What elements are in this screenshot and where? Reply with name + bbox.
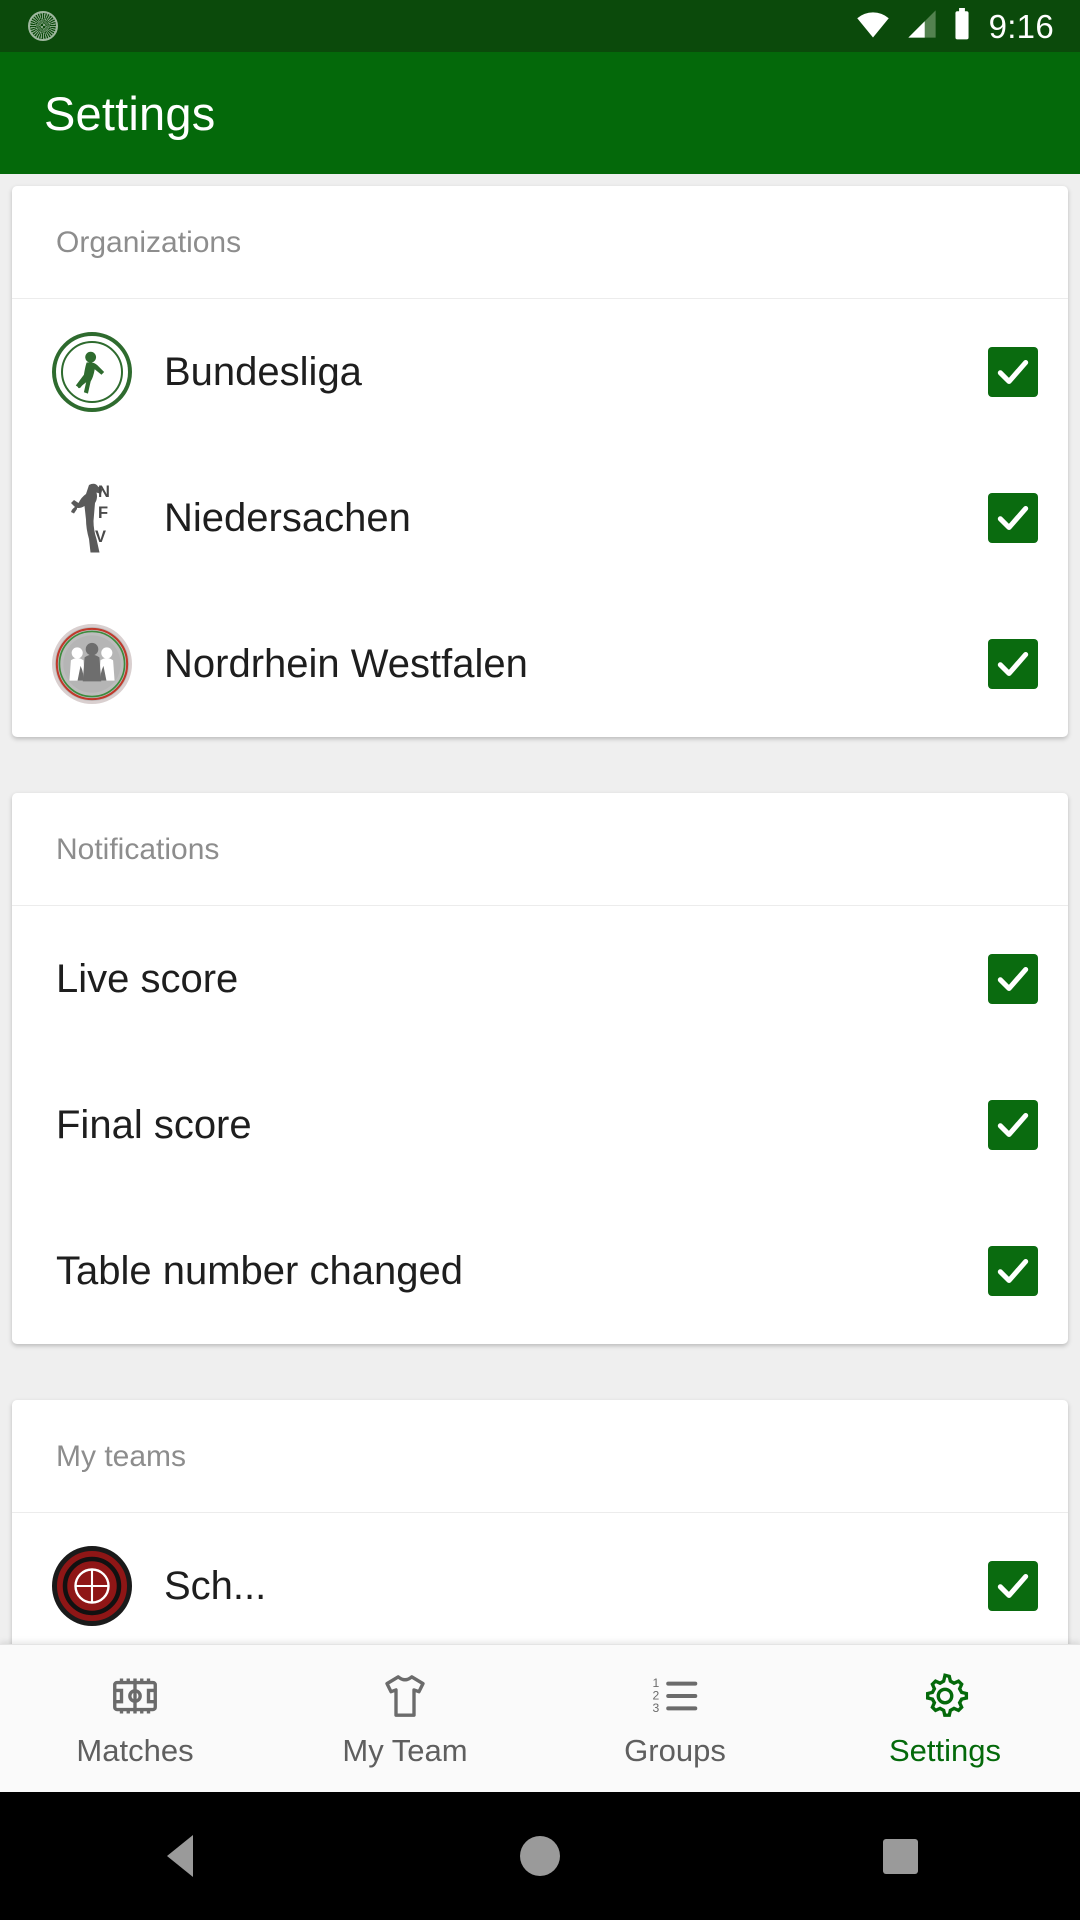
status-bar: 9:16 [0, 0, 1080, 52]
organization-checkbox-bundesliga[interactable] [988, 347, 1038, 397]
organization-label: Nordrhein Westfalen [164, 641, 528, 686]
back-button[interactable] [90, 1792, 270, 1920]
wifi-icon [854, 9, 892, 44]
battery-icon [952, 7, 972, 45]
nav-item-matches[interactable]: Matches [0, 1669, 270, 1769]
organization-row-nordrhein-westfalen[interactable]: Nordrhein Westfalen [12, 591, 1068, 737]
nfv-horse-logo: N F V [52, 478, 132, 558]
notification-checkbox-table-number-changed[interactable] [988, 1246, 1038, 1296]
android-system-navigation [0, 1792, 1080, 1920]
cellular-signal-icon [905, 9, 939, 44]
ordered-list-icon: 123 [648, 1669, 702, 1723]
nav-item-settings[interactable]: Settings [810, 1669, 1080, 1769]
organization-label: Niedersachen [164, 495, 411, 540]
section-header-notifications: Notifications [12, 793, 1068, 906]
notification-label: Final score [56, 1102, 252, 1147]
settings-scroll-area[interactable]: Organizations Bundesliga N F V Niedersac… [0, 174, 1080, 1644]
app-notification-icon [28, 11, 58, 41]
notification-row-live-score[interactable]: Live score [12, 906, 1068, 1052]
svg-text:3: 3 [653, 1701, 660, 1715]
section-header-my-teams: My teams [12, 1400, 1068, 1513]
recents-button[interactable] [810, 1792, 990, 1920]
my-team-checkbox[interactable] [988, 1561, 1038, 1611]
nav-label-settings: Settings [888, 1732, 1001, 1768]
nav-label-groups: Groups [624, 1732, 726, 1768]
status-bar-clock: 9:16 [988, 7, 1054, 45]
notification-checkbox-live-score[interactable] [988, 954, 1038, 1004]
notification-label: Table number changed [56, 1248, 463, 1293]
svg-text:V: V [95, 528, 106, 546]
organization-checkbox-niedersachen[interactable] [988, 493, 1038, 543]
notification-row-table-number-changed[interactable]: Table number changed [12, 1198, 1068, 1344]
nav-label-my-team: My Team [342, 1732, 468, 1768]
page-title: Settings [44, 86, 216, 140]
organization-row-bundesliga[interactable]: Bundesliga [12, 299, 1068, 445]
notification-row-final-score[interactable]: Final score [12, 1052, 1068, 1198]
phone-screen: 9:16 Settings Organizations Bundesliga N… [0, 0, 1080, 1920]
nav-item-my-team[interactable]: My Team [270, 1669, 540, 1769]
bottom-navigation-bar: Matches My Team 123 Groups Settings [0, 1644, 1080, 1792]
my-team-label: Sch... [164, 1563, 267, 1608]
nav-item-groups[interactable]: 123 Groups [540, 1669, 810, 1769]
organizations-card: Organizations Bundesliga N F V Niedersac… [12, 186, 1068, 737]
notification-label: Live score [56, 956, 239, 1001]
svg-text:N: N [98, 483, 110, 501]
bundesliga-logo [52, 332, 132, 412]
jersey-icon [378, 1669, 432, 1723]
app-bar: Settings [0, 52, 1080, 174]
notification-checkbox-final-score[interactable] [988, 1100, 1038, 1150]
notifications-card: Notifications Live score Final score Tab… [12, 793, 1068, 1344]
status-bar-right: 9:16 [854, 7, 1054, 45]
my-teams-card: My teams Sch... [12, 1400, 1068, 1644]
nav-label-matches: Matches [76, 1732, 194, 1768]
pitch-icon [108, 1669, 162, 1723]
team-badge-logo [52, 1546, 132, 1626]
gear-icon [918, 1669, 972, 1723]
section-header-organizations: Organizations [12, 186, 1068, 299]
status-bar-left [28, 11, 58, 41]
svg-text:F: F [98, 504, 108, 522]
organization-row-niedersachen[interactable]: N F V Niedersachen [12, 445, 1068, 591]
fvn-crest-logo [52, 624, 132, 704]
organization-checkbox-nordrhein-westfalen[interactable] [988, 639, 1038, 689]
my-team-row[interactable]: Sch... [12, 1513, 1068, 1644]
organization-label: Bundesliga [164, 349, 362, 394]
home-button[interactable] [450, 1792, 630, 1920]
